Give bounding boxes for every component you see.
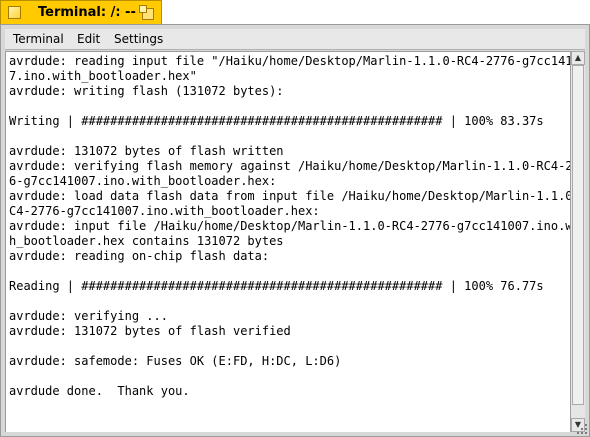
terminal-line: Writing | ##############################… [9, 114, 544, 128]
resize-grip-icon[interactable] [575, 422, 587, 434]
zoom-box-front [139, 5, 147, 13]
terminal-line: avrdude done. Thank you. [9, 384, 190, 398]
terminal-line: avrdude: 131072 bytes of flash written [9, 144, 284, 158]
vertical-scrollbar[interactable]: ▲ ▼ [570, 51, 585, 432]
terminal-line: avrdude: load data flash data from input… [9, 189, 570, 203]
terminal-line: Reading | ##############################… [9, 279, 544, 293]
scrollbar-thumb[interactable] [572, 65, 584, 405]
terminal-line: avrdude: verifying ... [9, 309, 168, 323]
menu-edit[interactable]: Edit [77, 32, 100, 46]
terminal-line: avrdude: reading on-chip flash data: [9, 249, 270, 263]
menu-bar: Terminal Edit Settings [5, 29, 585, 50]
zoom-box-icon[interactable] [139, 5, 155, 21]
terminal-line: 7.ino.with_bootloader.hex" [9, 69, 197, 83]
terminal-line: avrdude: writing flash (131072 bytes): [9, 84, 284, 98]
window-frame: Terminal Edit Settings avrdude: reading … [0, 24, 590, 437]
terminal-line: 6-g7cc141007.ino.with_bootloader.hex: [9, 174, 277, 188]
window-tab[interactable]: Terminal: /: -- [0, 0, 162, 25]
terminal-line: avrdude: reading input file "/Haiku/home… [9, 54, 570, 68]
terminal-line: h_bootloader.hex contains 131072 bytes [9, 234, 284, 248]
terminal-line: avrdude: safemode: Fuses OK (E:FD, H:DC,… [9, 354, 342, 368]
menu-settings[interactable]: Settings [114, 32, 163, 46]
arrow-up-icon[interactable]: ▲ [571, 51, 585, 65]
terminal-line: avrdude: verifying flash memory against … [9, 159, 570, 173]
terminal-line: avrdude: input file /Haiku/home/Desktop/… [9, 219, 570, 233]
terminal-output[interactable]: avrdude: reading input file "/Haiku/home… [5, 51, 570, 432]
close-box-icon[interactable] [8, 6, 21, 19]
menu-terminal[interactable]: Terminal [13, 32, 64, 46]
terminal-line: avrdude: 131072 bytes of flash verified [9, 324, 291, 338]
terminal-line: C4-2776-g7cc141007.ino.with_bootloader.h… [9, 204, 320, 218]
window-title: Terminal: /: -- [38, 5, 136, 20]
